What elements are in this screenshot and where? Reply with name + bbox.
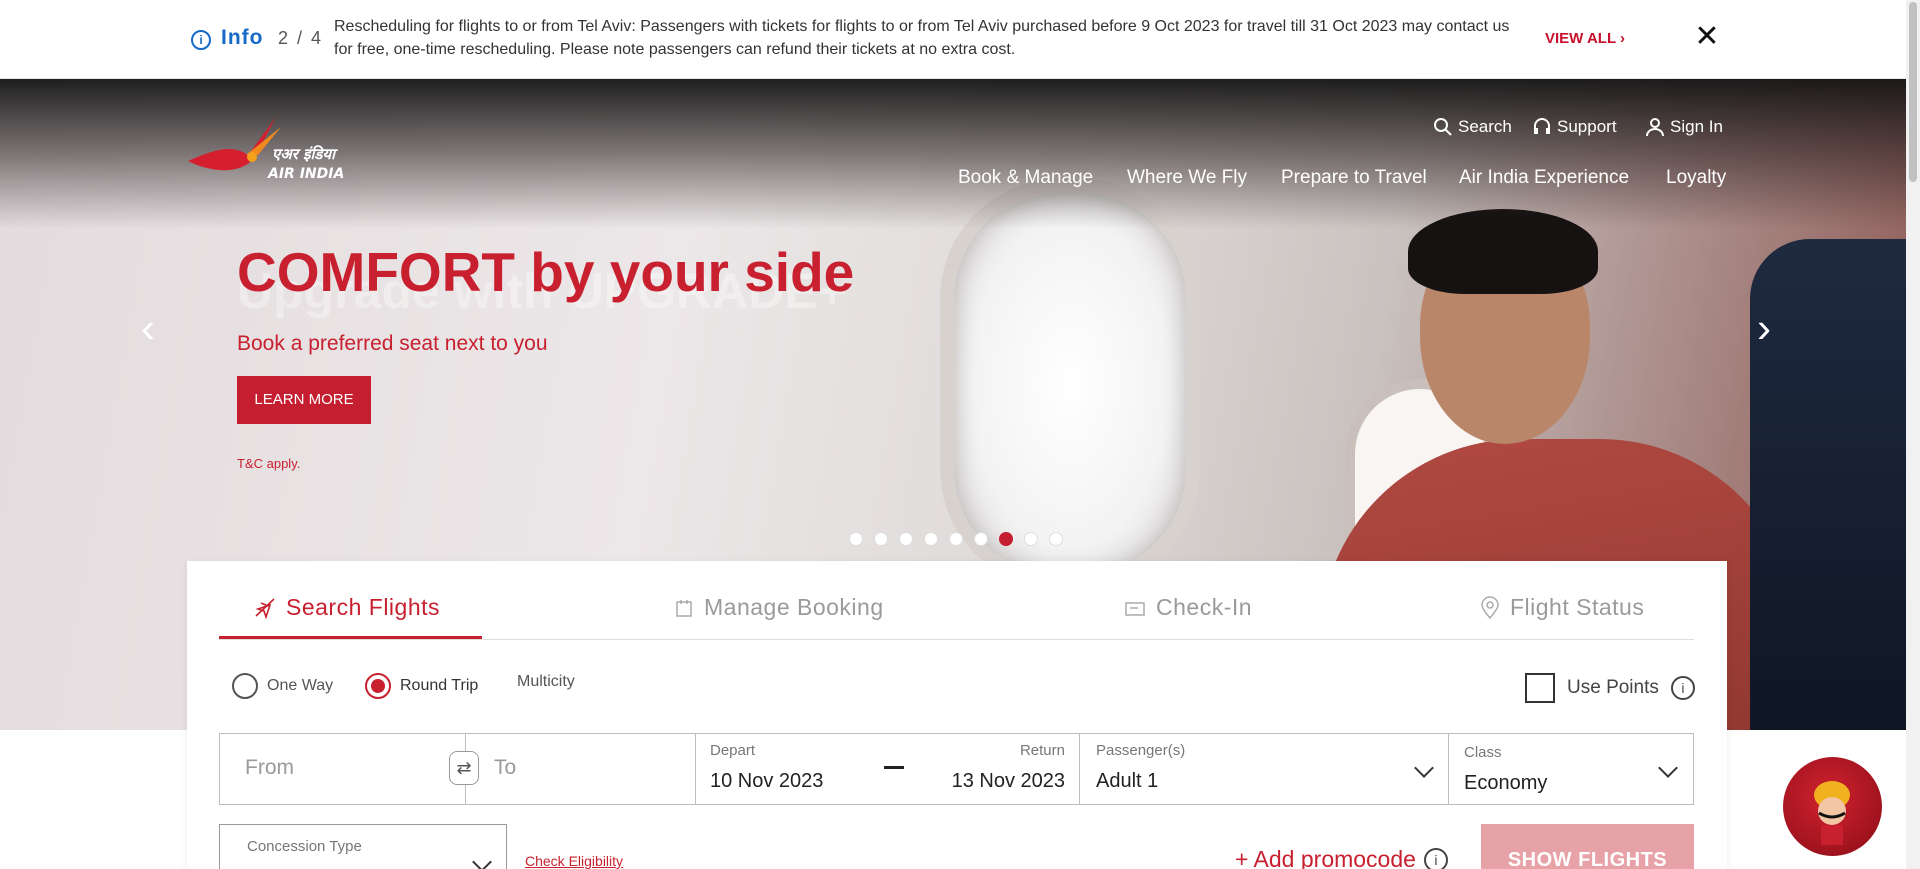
carousel-dot[interactable] [974,532,988,546]
to-field[interactable]: To [466,734,696,804]
page-scrollbar[interactable] [1906,0,1920,869]
date-field[interactable]: Depart 10 Nov 2023 Return 13 Nov 2023 [696,734,1080,804]
radio-one-way-label: One Way [267,677,334,694]
to-placeholder: To [494,756,517,779]
info-counter: 2 / 4 [278,28,324,48]
tab-search-flights-label: Search Flights [286,594,441,620]
logo-hindi: एअर इंडिया [272,145,338,163]
carousel-prev-icon[interactable]: ‹ [133,306,163,350]
close-icon[interactable]: ✕ [1693,22,1721,52]
location-pin-icon [1481,595,1499,619]
hero-window-image [940,179,1200,589]
radio-one-way[interactable]: One Way [232,673,333,699]
radio-multicity[interactable]: Multicity [517,673,575,691]
passengers-field[interactable]: Passenger(s) Adult 1 [1080,734,1449,804]
add-promocode-link[interactable]: + Add promocode i [1235,846,1448,869]
carousel-dots [849,532,1063,546]
air-india-logo[interactable]: एअर इंडिया AIR INDIA [186,115,406,185]
carousel-dot[interactable] [949,532,963,546]
header-support-link[interactable]: Support [1532,117,1617,137]
nav-where-we-fly[interactable]: Where We Fly [1127,167,1247,189]
tab-flight-status-label: Flight Status [1510,594,1645,620]
carousel-dot[interactable] [999,532,1013,546]
tab-check-in[interactable]: Check-In [1124,594,1252,621]
header-support-label: Support [1557,117,1617,136]
view-all-link[interactable]: VIEW ALL › [1545,30,1625,47]
depart-date: 10 Nov 2023 [710,770,824,792]
check-eligibility-link[interactable]: Check Eligibility [525,853,623,869]
chevron-down-icon [472,852,492,869]
radio-one-way-circle [232,673,258,699]
add-promocode-label: + Add promocode [1235,846,1416,869]
booking-panel: Search Flights Manage Booking Check-In F… [187,561,1727,869]
radio-round-trip[interactable]: Round Trip [365,673,478,699]
tab-check-in-label: Check-In [1156,594,1253,620]
show-flights-button[interactable]: SHOW FLIGHTS [1481,824,1694,869]
concession-label: Concession Type [247,838,362,855]
info-label: Info [221,26,264,49]
search-icon [1434,118,1452,136]
use-points-option: Use Points i [1525,673,1695,703]
date-separator [884,766,904,769]
tab-manage-booking[interactable]: Manage Booking [674,594,884,621]
header-search-link[interactable]: Search [1433,117,1512,137]
calendar-icon [676,599,692,617]
promocode-info-icon[interactable]: i [1423,847,1448,869]
nav-prepare-to-travel[interactable]: Prepare to Travel [1281,167,1427,189]
learn-more-button[interactable]: LEARN MORE [237,376,371,424]
logo-wing-icon [188,117,281,171]
tab-manage-booking-label: Manage Booking [704,594,884,620]
search-fields-row: From ⇄ To Depart 10 Nov 2023 Return 13 N… [219,733,1694,805]
class-label: Class [1464,744,1502,761]
from-field[interactable]: From ⇄ [220,734,479,804]
carousel-dot[interactable] [849,532,863,546]
passengers-label: Passenger(s) [1096,742,1186,759]
tab-search-flights[interactable]: Search Flights [254,594,440,621]
concession-type-select[interactable]: Concession Type [219,824,507,869]
return-label: Return [1019,742,1065,759]
info-banner: i Info 2 / 4 Rescheduling for flights to… [0,0,1920,79]
class-field[interactable]: Class Economy [1449,734,1694,804]
headset-icon [1534,118,1550,134]
radio-multicity-label: Multicity [517,673,575,690]
radio-round-trip-label: Round Trip [400,677,479,694]
info-message: Rescheduling for flights to or from Tel … [334,18,1510,58]
carousel-dot[interactable] [924,532,938,546]
passengers-value: Adult 1 [1096,770,1159,792]
user-icon [1646,118,1664,137]
scrollbar-thumb[interactable] [1909,2,1917,182]
class-value: Economy [1464,772,1548,794]
carousel-next-icon[interactable]: › [1749,306,1779,350]
header-search-label: Search [1458,117,1512,136]
logo-text: AIR INDIA [267,166,344,182]
nav-air-india-experience[interactable]: Air India Experience [1459,167,1629,189]
tab-flight-status[interactable]: Flight Status [1480,594,1644,621]
depart-label: Depart [710,742,756,759]
chatbot-maharaja-icon[interactable] [1783,757,1882,856]
carousel-dot[interactable] [1024,532,1038,546]
info-icon: i [191,30,211,50]
nav-loyalty[interactable]: Loyalty [1666,167,1726,189]
carousel-dot[interactable] [899,532,913,546]
chevron-down-icon [1414,758,1434,778]
terms-note: T&C apply. [237,456,301,471]
use-points-checkbox[interactable] [1525,673,1555,703]
use-points-info-icon[interactable]: i [1670,676,1695,700]
nav-book-manage[interactable]: Book & Manage [958,167,1093,189]
header-signin-link[interactable]: Sign In [1645,117,1723,137]
return-date: 13 Nov 2023 [951,770,1065,792]
from-placeholder: From [245,756,294,779]
use-points-label: Use Points [1567,677,1659,698]
radio-round-trip-circle [365,673,391,699]
hero-title: COMFORT by your side [237,241,855,303]
carousel-dot[interactable] [1049,532,1063,546]
hero-subtitle: Book a preferred seat next to you [237,332,548,355]
chevron-down-icon [1658,758,1678,778]
plane-icon [255,597,275,619]
carousel-dot[interactable] [874,532,888,546]
boarding-pass-icon [1125,601,1145,616]
header-signin-label: Sign In [1670,117,1723,136]
